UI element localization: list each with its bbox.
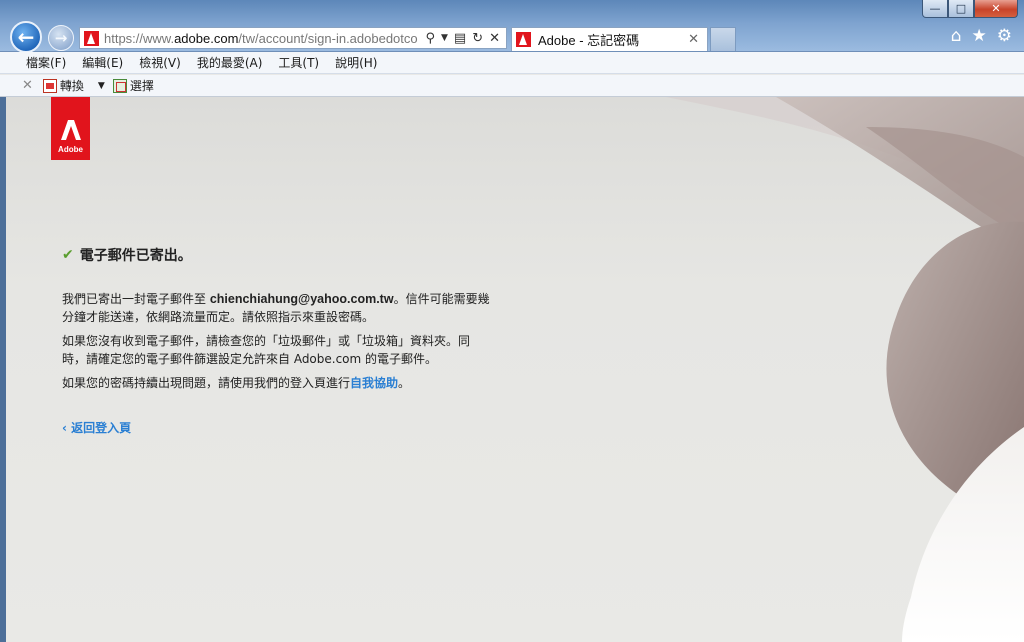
menu-file[interactable]: 檔案(F) [26, 54, 66, 71]
p1-text-before: 我們已寄出一封電子郵件至 [62, 292, 210, 306]
select-label: 選擇 [129, 79, 154, 93]
search-icon[interactable]: ⚲ [425, 31, 435, 46]
command-bar: ✕ 轉換 ▼ 選擇 [0, 75, 1024, 97]
home-icon[interactable]: ⌂ [951, 26, 962, 46]
tab-favicon-icon [516, 32, 531, 47]
site-favicon-icon [84, 30, 99, 46]
dropdown-icon[interactable]: ▼ [441, 31, 448, 46]
tools-gear-icon[interactable]: ⚙ [997, 26, 1012, 46]
menu-bar: 檔案(F) 編輯(E) 檢視(V) 我的最愛(A) 工具(T) 說明(H) [0, 52, 1024, 74]
adobe-a-icon [60, 120, 81, 140]
menu-view[interactable]: 檢視(V) [139, 54, 181, 71]
back-arrow-icon: ← [17, 25, 35, 49]
page-title: ✔ 電子郵件已寄出。 [62, 245, 492, 265]
adobe-wordmark: Adobe [58, 145, 83, 154]
close-window-button[interactable]: ✕ [974, 0, 1018, 18]
paragraph-self-help: 如果您的密碼持續出現問題，請使用我們的登入頁進行自我協助。 [62, 374, 492, 392]
email-address: chienchiahung@yahoo.com.tw [209, 292, 394, 306]
select-button[interactable]: 選擇 [112, 77, 154, 94]
select-icon [112, 78, 127, 93]
address-bar[interactable]: https://www.adobe.com/tw/account/sign-in… [79, 27, 507, 49]
convert-dropdown-icon[interactable]: ▼ [98, 81, 105, 91]
paragraph-email-sent: 我們已寄出一封電子郵件至 chienchiahung@yahoo.com.tw。… [62, 290, 492, 326]
page-viewport: Adobe ✔ 電子郵件已寄出。 我們已寄出一封電子郵件至 chienchiah… [0, 97, 1024, 642]
menu-tools[interactable]: 工具(T) [278, 54, 319, 71]
stop-icon[interactable]: ✕ [489, 31, 500, 46]
browser-titlebar: — □ ✕ ← → https://www.adobe.com/tw/accou… [0, 0, 1024, 53]
tab-active[interactable]: Adobe - 忘記密碼 ✕ [511, 27, 708, 51]
self-help-link[interactable]: 自我協助 [350, 376, 398, 390]
url-domain: adobe.com [174, 30, 239, 46]
address-bar-icons: ⚲ ▼ ▤ ↻ ✕ [419, 31, 506, 46]
tab-close-icon[interactable]: ✕ [688, 32, 707, 47]
convert-button[interactable]: 轉換 [42, 77, 84, 94]
url-text[interactable]: https://www.adobe.com/tw/account/sign-in… [104, 31, 419, 46]
url-path: /tw/account/sign-in.adobedotco [238, 30, 418, 46]
minimize-button[interactable]: — [922, 0, 948, 18]
adobe-logo[interactable]: Adobe [51, 97, 90, 160]
pdf-convert-icon [42, 78, 57, 93]
close-toolbar-icon[interactable]: ✕ [22, 78, 33, 93]
menu-favorites[interactable]: 我的最愛(A) [197, 54, 263, 71]
forward-arrow-icon: → [54, 29, 68, 47]
check-icon: ✔ [62, 247, 74, 263]
tab-title: Adobe - 忘記密碼 [538, 33, 640, 48]
maximize-button[interactable]: □ [948, 0, 974, 18]
paragraph-check-spam: 如果您沒有收到電子郵件，請檢查您的「垃圾郵件」或「垃圾箱」資料夾。同時，請確定您… [62, 334, 471, 366]
confirmation-message: ✔ 電子郵件已寄出。 我們已寄出一封電子郵件至 chienchiahung@ya… [62, 245, 492, 392]
url-prefix: https://www. [104, 30, 175, 46]
p3-text-after: 。 [398, 376, 411, 390]
favorites-star-icon[interactable]: ★ [972, 26, 987, 46]
menu-help[interactable]: 說明(H) [335, 54, 377, 71]
new-tab-button[interactable] [710, 27, 736, 51]
back-to-signin-link[interactable]: ‹ 返回登入頁 [62, 419, 131, 436]
heading-text: 電子郵件已寄出。 [79, 248, 192, 264]
window-controls: — □ ✕ [922, 0, 1018, 18]
convert-label: 轉換 [59, 79, 84, 93]
refresh-icon[interactable]: ↻ [472, 31, 483, 46]
back-button[interactable]: ← [10, 21, 42, 53]
browser-right-icons: ⌂ ★ ⚙ [951, 26, 1012, 46]
p3-text-before: 如果您的密碼持續出現問題，請使用我們的登入頁進行 [62, 376, 351, 390]
menu-edit[interactable]: 編輯(E) [82, 54, 123, 71]
compat-icon[interactable]: ▤ [454, 31, 466, 46]
forward-button[interactable]: → [48, 25, 74, 51]
